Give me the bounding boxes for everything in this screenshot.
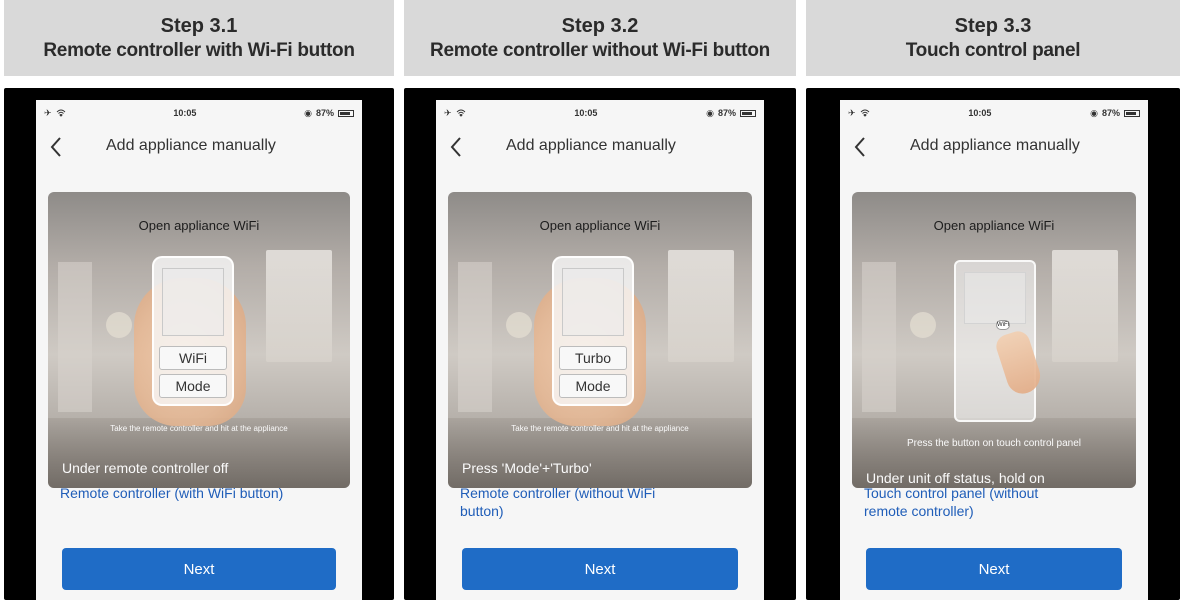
status-time: 10:05	[574, 108, 598, 118]
phone-screen: ✈ 10:05 ◉ 87% Add appliance manually Ope…	[840, 100, 1148, 600]
step-title: Step 3.1	[160, 15, 238, 38]
remote-controller-illustration: WiFi Mode	[152, 256, 234, 406]
step-title: Step 3.2	[561, 15, 639, 38]
page-title: Add appliance manually	[106, 137, 276, 154]
airplane-mode-icon: ✈	[44, 107, 52, 118]
chevron-left-icon	[854, 137, 865, 157]
illustration-caption: Press the button on touch control panel	[906, 438, 1081, 449]
phone-frame: ✈ 10:05 ◉ 87% Add appliance manually Ope…	[4, 88, 394, 600]
wifi-signal-icon	[456, 109, 465, 117]
step-subtitle: Touch control panel	[905, 39, 1081, 61]
chevron-left-icon	[450, 137, 461, 157]
status-time: 10:05	[173, 108, 197, 118]
touch-wifi-key: WiFi	[996, 320, 1010, 330]
instruction-illustration: Open appliance WiFi WiFi Press the butto…	[852, 192, 1136, 488]
illustration-caption: Take the remote controller and hit at th…	[511, 424, 689, 433]
instruction-illustration: Open appliance WiFi Turbo Mode Take the …	[448, 192, 752, 488]
instruction-illustration: Open appliance WiFi WiFi Mode Take the r…	[48, 192, 350, 488]
chevron-left-icon	[50, 137, 61, 157]
background-lamp	[106, 312, 132, 338]
wifi-signal-icon	[56, 109, 65, 117]
remote-without-wifi-link[interactable]: Remote controller (without WiFi button)	[460, 484, 700, 520]
remote-turbo-key: Turbo	[559, 346, 627, 370]
background-window	[266, 250, 332, 362]
step-header: Step 3.1 Remote controller with Wi-Fi bu…	[4, 0, 394, 76]
status-bar: ✈ 10:05 ◉ 87%	[36, 100, 362, 126]
page-title: Add appliance manually	[910, 137, 1080, 154]
step-column-3: Step 3.3 Touch control panel ✈ 10:05 ◉ 8…	[806, 0, 1180, 600]
remote-mode-key: Mode	[559, 374, 627, 398]
next-button[interactable]: Next	[62, 548, 336, 590]
status-bar: ✈ 10:05 ◉ 87%	[436, 100, 764, 126]
step-subtitle: Remote controller with Wi-Fi button	[43, 39, 355, 61]
battery-percent: 87%	[717, 108, 736, 118]
remote-wifi-key: WiFi	[159, 346, 227, 370]
back-button[interactable]	[848, 134, 872, 160]
battery-icon	[739, 109, 756, 117]
next-button[interactable]: Next	[462, 548, 738, 590]
phone-screen: ✈ 10:05 ◉ 87% Add appliance manually Ope…	[36, 100, 362, 600]
touch-control-panel-link[interactable]: Touch control panel (without remote cont…	[864, 484, 1074, 520]
back-button[interactable]	[444, 134, 468, 160]
alarm-icon: ◉	[706, 107, 714, 118]
background-wall	[458, 262, 492, 412]
step-title: Step 3.3	[954, 15, 1032, 38]
background-window	[668, 250, 734, 362]
illustration-title: Open appliance WiFi	[539, 218, 661, 233]
background-wall	[58, 262, 92, 412]
status-bar: ✈ 10:05 ◉ 87%	[840, 100, 1148, 126]
illustration-note: Press 'Mode'+'Turbo'	[462, 460, 592, 476]
step-header: Step 3.2 Remote controller without Wi-Fi…	[404, 0, 796, 76]
alarm-icon: ◉	[304, 107, 312, 118]
battery-percent: 87%	[315, 108, 334, 118]
remote-with-wifi-link[interactable]: Remote controller (with WiFi button)	[60, 484, 300, 502]
nav-bar: Add appliance manually	[840, 126, 1148, 166]
illustration-title: Open appliance WiFi	[138, 218, 260, 233]
step-subtitle: Remote controller without Wi-Fi button	[430, 39, 770, 61]
page-title: Add appliance manually	[506, 137, 676, 154]
step-column-1: Step 3.1 Remote controller with Wi-Fi bu…	[4, 0, 394, 600]
step-column-2: Step 3.2 Remote controller without Wi-Fi…	[404, 0, 796, 600]
remote-mode-key: Mode	[159, 374, 227, 398]
back-button[interactable]	[44, 134, 68, 160]
battery-icon	[1123, 109, 1140, 117]
nav-bar: Add appliance manually	[36, 126, 362, 166]
phone-screen: ✈ 10:05 ◉ 87% Add appliance manually Ope…	[436, 100, 764, 600]
airplane-mode-icon: ✈	[444, 107, 452, 118]
phone-frame: ✈ 10:05 ◉ 87% Add appliance manually Ope…	[404, 88, 796, 600]
battery-percent: 87%	[1101, 108, 1120, 118]
airplane-mode-icon: ✈	[848, 107, 856, 118]
background-wall	[862, 262, 896, 412]
remote-display	[562, 268, 624, 336]
step-header: Step 3.3 Touch control panel	[806, 0, 1180, 76]
wifi-signal-icon	[860, 109, 869, 117]
background-lamp	[910, 312, 936, 338]
panel-display	[964, 272, 1026, 324]
background-lamp	[506, 312, 532, 338]
nav-bar: Add appliance manually	[436, 126, 764, 166]
background-window	[1052, 250, 1118, 362]
remote-display	[162, 268, 224, 336]
alarm-icon: ◉	[1090, 107, 1098, 118]
remote-controller-illustration: Turbo Mode	[552, 256, 634, 406]
illustration-title: Open appliance WiFi	[933, 218, 1055, 233]
battery-icon	[337, 109, 354, 117]
next-button[interactable]: Next	[866, 548, 1122, 590]
phone-frame: ✈ 10:05 ◉ 87% Add appliance manually Ope…	[806, 88, 1180, 600]
illustration-note: Under remote controller off	[62, 460, 229, 476]
illustration-caption: Take the remote controller and hit at th…	[110, 424, 288, 433]
status-time: 10:05	[968, 108, 992, 118]
